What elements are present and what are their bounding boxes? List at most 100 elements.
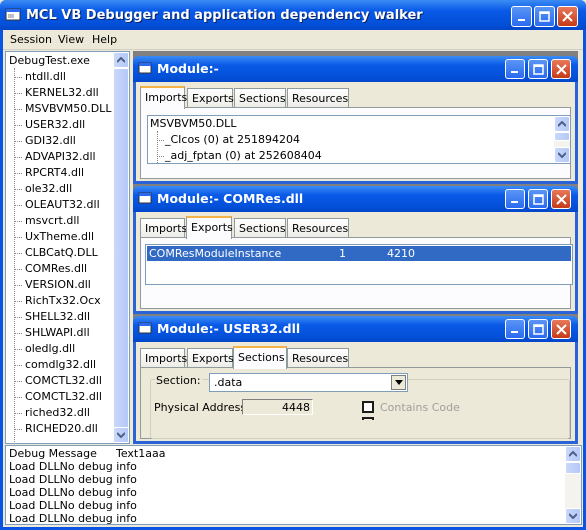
log-scrollbar[interactable] <box>565 446 581 524</box>
tree-connector <box>157 140 164 141</box>
menu-view[interactable]: View <box>58 33 84 46</box>
tree-item[interactable]: COMCTL32.dll <box>6 373 116 389</box>
minimize-button[interactable] <box>505 59 525 79</box>
maximize-button[interactable] <box>528 319 548 339</box>
tree-item-label: msvcrt.dll <box>25 214 80 227</box>
tree-item[interactable]: comdlg32.dll <box>6 357 116 373</box>
scroll-down-button[interactable] <box>554 147 570 163</box>
tree-connector <box>14 269 22 270</box>
tab-imports[interactable]: Imports <box>140 218 187 238</box>
tree-item[interactable]: COMCTL32.dll <box>6 389 116 405</box>
import-entry[interactable]: _CIcos (0) at 251894204 <box>165 133 300 146</box>
tree-item[interactable]: RICHED20.dll <box>6 421 116 437</box>
tree-item[interactable]: RichTx32.Ocx <box>6 293 116 309</box>
tree-item[interactable]: ntdll.dll <box>6 69 116 85</box>
tab-resources[interactable]: Resources <box>287 88 349 108</box>
minimize-button[interactable] <box>505 319 525 339</box>
export-row[interactable]: COMResModuleInstance 1 4210 <box>147 246 571 261</box>
tab-exports[interactable]: Exports <box>187 88 234 108</box>
tree-item[interactable]: COMRes.dll <box>6 261 116 277</box>
scroll-up-button[interactable] <box>554 116 570 132</box>
tree-item-label: GDI32.dll <box>25 134 76 147</box>
tab-exports[interactable]: Exports <box>187 348 234 368</box>
tree-item[interactable]: oledlg.dll <box>6 341 116 357</box>
maximize-button[interactable] <box>528 59 548 79</box>
export-name: COMResModuleInstance <box>149 247 282 260</box>
module-title-bar[interactable]: Module:- <box>133 56 578 82</box>
export-address: 4210 <box>387 247 415 260</box>
menu-help[interactable]: Help <box>92 33 117 46</box>
tab-resources[interactable]: Resources <box>287 348 349 368</box>
tab-resources[interactable]: Resources <box>287 218 349 238</box>
exports-list[interactable]: COMResModuleInstance 1 4210 <box>145 244 573 285</box>
module-title-bar[interactable]: Module:- USER32.dll <box>133 316 578 342</box>
tree-connector <box>14 205 22 206</box>
scroll-down-button[interactable] <box>113 427 129 443</box>
dependency-tree[interactable]: DebugTest.exe ntdll.dll KERNEL32.dll MSVBV… <box>5 51 130 444</box>
tree-item[interactable]: ole32.dll <box>6 181 116 197</box>
maximize-button[interactable] <box>534 6 555 27</box>
minimize-button[interactable] <box>511 6 532 27</box>
tree-item[interactable]: RPCRT4.dll <box>6 165 116 181</box>
tree-item-label: MSVBVM50.DLL <box>25 102 112 115</box>
tree-item[interactable]: VERSION.dll <box>6 277 116 293</box>
tab-imports[interactable]: Imports <box>140 348 187 368</box>
module-title-bar[interactable]: Module:- COMRes.dll <box>133 186 578 212</box>
maximize-button[interactable] <box>528 189 548 209</box>
tree-item[interactable]: USER32.dll <box>6 117 116 133</box>
close-button[interactable] <box>551 59 571 79</box>
tree-item[interactable]: MSVBVM50.DLL <box>6 101 116 117</box>
close-icon <box>555 63 567 75</box>
title-bar[interactable]: MCL VB Debugger and application dependen… <box>0 0 586 30</box>
scroll-down-button[interactable] <box>565 508 581 524</box>
scroll-thumb[interactable] <box>565 462 581 474</box>
tab-sections[interactable]: Sections <box>234 218 286 238</box>
tab-sections[interactable]: Sections <box>234 88 286 108</box>
tree-connector <box>14 237 22 238</box>
tree-item-label: COMRes.dll <box>25 262 88 275</box>
dropdown-button[interactable] <box>391 375 406 390</box>
tab-imports[interactable]: Imports <box>140 86 187 109</box>
tree-item[interactable]: KERNEL32.dll <box>6 85 116 101</box>
tree-item[interactable]: SHLWAPI.dll <box>6 325 116 341</box>
close-button[interactable] <box>551 319 571 339</box>
import-entry[interactable]: _adj_fptan (0) at 252608404 <box>165 149 322 162</box>
scroll-thumb[interactable] <box>113 68 129 430</box>
minimize-button[interactable] <box>505 189 525 209</box>
tree-item-label: RichTx32.Ocx <box>25 294 101 307</box>
tree-item[interactable]: SHELL32.dll <box>6 309 116 325</box>
tree-item[interactable]: ADVAPI32.dll <box>6 149 116 165</box>
tree-item[interactable]: riched32.dll <box>6 405 116 421</box>
arrow-down-icon <box>558 152 566 158</box>
import-root[interactable]: MSVBVM50.DLL <box>150 117 236 130</box>
imports-scrollbar[interactable] <box>554 116 570 163</box>
close-button[interactable] <box>551 189 571 209</box>
tab-exports[interactable]: Exports <box>186 216 233 239</box>
tree-item-label: RPCRT4.dll <box>25 166 85 179</box>
arrow-down-icon <box>117 432 125 438</box>
tree-connector <box>14 333 22 334</box>
scroll-up-button[interactable] <box>113 52 129 68</box>
tree-item-label: USER32.dll <box>25 118 86 131</box>
debug-log[interactable]: Debug Message Text1aaa Load DLLNo debug … <box>5 445 582 525</box>
tree-item[interactable]: msvcrt.dll <box>6 213 116 229</box>
menu-bar: Session View Help <box>3 30 583 50</box>
tree-scrollbar[interactable] <box>113 52 129 443</box>
section-label: Section: <box>155 374 202 387</box>
sections-pane: Section: .data Physical Address 4448 Con… <box>140 367 571 439</box>
contains-code-checkbox[interactable] <box>362 401 374 413</box>
tree-item[interactable]: UxTheme.dll <box>6 229 116 245</box>
tree-item[interactable]: GDI32.dll <box>6 133 116 149</box>
tree-root[interactable]: DebugTest.exe <box>9 54 90 67</box>
menu-session[interactable]: Session <box>10 33 52 46</box>
physical-address-value: 4448 <box>282 401 310 414</box>
section-select[interactable]: .data <box>209 373 408 392</box>
tree-item[interactable]: CLBCatQ.DLL <box>6 245 116 261</box>
tree-connector <box>14 189 22 190</box>
imports-tree[interactable]: MSVBVM50.DLL _CIcos (0) at 251894204 _ad… <box>147 115 571 164</box>
scroll-thumb[interactable] <box>554 132 570 141</box>
close-button[interactable] <box>557 6 578 27</box>
tree-item[interactable]: OLEAUT32.dll <box>6 197 116 213</box>
tab-sections[interactable]: Sections <box>233 346 287 369</box>
scroll-up-button[interactable] <box>565 446 581 462</box>
